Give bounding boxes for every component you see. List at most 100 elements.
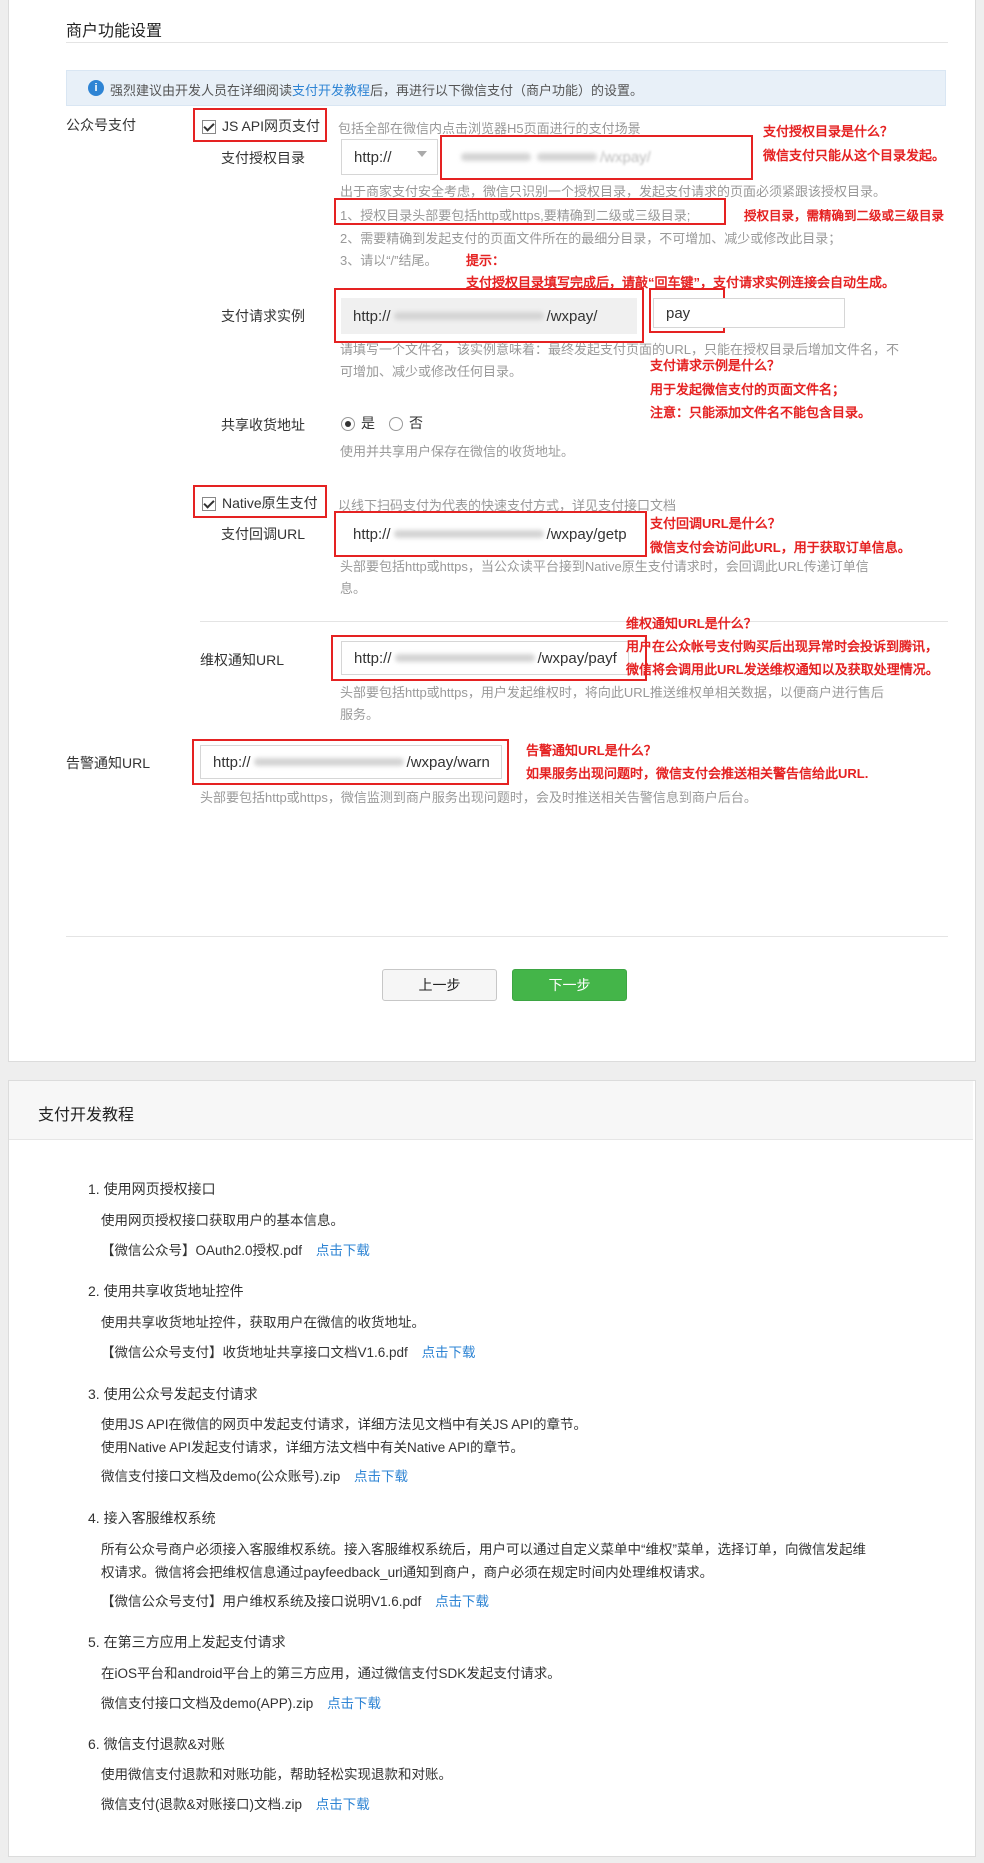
native-checkbox[interactable]: Native原生支付 bbox=[202, 493, 318, 513]
next-button[interactable]: 下一步 bbox=[512, 969, 627, 1001]
tutorial-item-title: 6. 微信支付退款&对账 bbox=[88, 1736, 225, 1752]
radio-selected-icon[interactable] bbox=[341, 417, 355, 432]
checkbox-checked-icon[interactable] bbox=[202, 120, 216, 135]
protocol-select-value: http:// bbox=[354, 148, 392, 166]
annotation-request-line2: 注意：只能添加文件名不能包含目录。 bbox=[650, 405, 872, 420]
request-file-input[interactable]: pay bbox=[653, 298, 845, 328]
tutorial-item-desc: 使用网页授权接口获取用户的基本信息。 bbox=[101, 1213, 344, 1228]
annotation-tip-body: 支付授权目录填写完成后，请敲“回车键”，支付请求实例连接会自动生成。 bbox=[466, 275, 896, 290]
radio-no-label: 否 bbox=[409, 415, 423, 431]
checkbox-checked-icon[interactable] bbox=[202, 497, 216, 512]
annotation-auth-dir-level: 授权目录，需精确到二级或三级目录 bbox=[744, 209, 945, 223]
download-link[interactable]: 点击下载 bbox=[316, 1243, 370, 1258]
tutorial-file-name: 【微信公众号支付】用户维权系统及接口说明V1.6.pdf bbox=[101, 1594, 422, 1609]
protocol-select[interactable]: http:// bbox=[341, 139, 438, 175]
auth-dir-hint-4: 3、请以“/”结尾。 bbox=[340, 253, 438, 268]
annotation-warn-body: 如果服务出现问题时，微信支付会推送相关警告信给此URL. bbox=[526, 766, 869, 781]
annotation-rights-title: 维权通知URL是什么？ bbox=[626, 616, 757, 631]
download-link[interactable]: 点击下载 bbox=[327, 1696, 381, 1711]
tutorial-item-desc: 使用微信支付退款和对账功能，帮助轻松实现退款和对账。 bbox=[101, 1767, 452, 1782]
annotation-auth-dir-body: 微信支付只能从这个目录发起。 bbox=[763, 148, 946, 163]
tutorial-file-name: 微信支付接口文档及demo(公众账号).zip bbox=[101, 1469, 341, 1484]
public-pay-label: 公众号支付 bbox=[66, 117, 136, 133]
jsapi-checkbox[interactable]: JS API网页支付 bbox=[202, 116, 320, 136]
chevron-down-icon bbox=[417, 151, 427, 157]
auth-dir-input-value: /wxpay/ bbox=[600, 148, 651, 166]
rights-label: 维权通知URL bbox=[200, 652, 285, 668]
request-url-suffix: /wxpay/ bbox=[546, 307, 598, 325]
request-file-value: pay bbox=[666, 304, 691, 322]
tutorial-item-desc: 所有公众号商户必须接入客服维权系统。接入客服维权系统后，用户可以通过自定义菜单中… bbox=[101, 1542, 866, 1557]
tutorial-item-desc: 使用Native API发起支付请求，详细方法文档中有关Native API的章… bbox=[101, 1440, 525, 1455]
tutorial-item-desc: 在iOS平台和android平台上的第三方应用，通过微信支付SDK发起支付请求。 bbox=[101, 1666, 561, 1681]
tutorial-file-name: 【微信公众号支付】收货地址共享接口文档V1.6.pdf bbox=[101, 1345, 408, 1360]
tutorial-item-title: 1. 使用网页授权接口 bbox=[88, 1181, 216, 1197]
auth-dir-hint-3: 2、需要精确到发起支付的页面文件所在的最细分目录，不可增加、减少或修改此目录； bbox=[340, 231, 842, 246]
warn-prefix: http:// bbox=[213, 753, 251, 771]
notice-suffix: 后，再进行以下微信支付（商户功能）的设置。 bbox=[370, 83, 644, 98]
shared-address-yes[interactable]: 是 bbox=[341, 413, 375, 433]
request-label: 支付请求实例 bbox=[221, 308, 305, 324]
title-divider bbox=[66, 42, 948, 43]
download-link[interactable]: 点击下载 bbox=[316, 1797, 370, 1812]
annotation-callback-body: 微信支付会访问此URL，用于获取订单信息。 bbox=[650, 540, 911, 555]
rights-input[interactable]: http:// /wxpay/payf bbox=[341, 641, 629, 675]
annotation-auth-dir-title: 支付授权目录是什么？ bbox=[763, 124, 894, 139]
radio-yes-label: 是 bbox=[361, 415, 375, 431]
callback-hint-2: 息。 bbox=[340, 581, 367, 596]
notice-text: 强烈建议由开发人员在详细阅读支付开发教程后，再进行以下微信支付（商户功能）的设置… bbox=[110, 80, 643, 99]
callback-prefix: http:// bbox=[353, 525, 391, 543]
tutorial-item-desc: 权请求。微信将会把维权信息通过payfeedback_url通知到商户，商户必须… bbox=[101, 1565, 714, 1580]
rights-hint-2: 服务。 bbox=[340, 707, 380, 722]
tutorial-file-name: 微信支付接口文档及demo(APP).zip bbox=[101, 1696, 314, 1711]
native-checkbox-label: Native原生支付 bbox=[222, 495, 318, 511]
tutorial-title: 支付开发教程 bbox=[38, 1107, 135, 1124]
jsapi-checkbox-label: JS API网页支付 bbox=[222, 118, 321, 134]
auth-dir-input[interactable]: /wxpay/ bbox=[446, 140, 746, 174]
tutorial-item-file: 微信支付接口文档及demo(APP).zip 点击下载 bbox=[101, 1692, 381, 1712]
shared-address-label: 共享收货地址 bbox=[221, 417, 305, 433]
notice-prefix: 强烈建议由开发人员在详细阅读 bbox=[110, 83, 293, 98]
tutorial-item-file: 【微信公众号支付】用户维权系统及接口说明V1.6.pdf 点击下载 bbox=[101, 1590, 489, 1610]
rights-suffix: /wxpay/payf bbox=[537, 649, 617, 667]
shared-address-no[interactable]: 否 bbox=[389, 413, 423, 433]
tutorial-item-title: 5. 在第三方应用上发起支付请求 bbox=[88, 1634, 286, 1650]
annotation-callback-title: 支付回调URL是什么？ bbox=[650, 516, 781, 531]
callback-suffix: /wxpay/getp bbox=[546, 525, 627, 543]
annotation-request-title: 支付请求示例是什么？ bbox=[650, 358, 781, 373]
request-hint-1: 请填写一个文件名，该实例意味着：最终发起支付页面的URL，只能在授权目录后增加文… bbox=[340, 342, 900, 357]
download-link[interactable]: 点击下载 bbox=[354, 1469, 408, 1484]
annotation-warn-title: 告警通知URL是什么？ bbox=[526, 743, 657, 758]
request-url-display: http:// /wxpay/ bbox=[341, 298, 637, 334]
annotation-rights-line1: 用户在公众帐号支付购买后出现异常时会投诉到腾讯， bbox=[626, 639, 939, 654]
tutorial-link[interactable]: 支付开发教程 bbox=[292, 83, 370, 98]
annotation-request-line1: 用于发起微信支付的页面文件名； bbox=[650, 382, 846, 397]
prev-button[interactable]: 上一步 bbox=[382, 969, 497, 1001]
page-title: 商户功能设置 bbox=[66, 23, 163, 40]
rights-prefix: http:// bbox=[354, 649, 392, 667]
footer-divider bbox=[66, 936, 948, 937]
rights-divider bbox=[200, 621, 948, 622]
download-link[interactable]: 点击下载 bbox=[422, 1345, 476, 1360]
callback-hint-1: 头部要包括http或https，当公众读平台接到Native原生支付请求时，会回… bbox=[340, 559, 869, 574]
tutorial-item-desc: 使用JS API在微信的网页中发起支付请求，详细方法见文档中有关JS API的章… bbox=[101, 1417, 588, 1432]
tutorial-item-title: 3. 使用公众号发起支付请求 bbox=[88, 1386, 258, 1402]
tutorial-file-name: 【微信公众号】OAuth2.0授权.pdf bbox=[101, 1243, 303, 1258]
warn-input[interactable]: http:// /wxpay/warn bbox=[200, 745, 502, 779]
annotation-rights-line2: 微信将会调用此URL发送维权通知以及获取处理情况。 bbox=[626, 662, 939, 677]
request-hint-2: 可增加、减少或修改任何目录。 bbox=[340, 364, 523, 379]
tutorial-file-name: 微信支付(退款&对账接口)文档.zip bbox=[101, 1797, 303, 1812]
tutorial-item-title: 4. 接入客服维权系统 bbox=[88, 1510, 216, 1526]
tutorial-header bbox=[9, 1081, 973, 1140]
annotation-tip-title: 提示： bbox=[466, 253, 506, 268]
warn-label: 告警通知URL bbox=[66, 755, 151, 771]
tutorial-item-file: 微信支付(退款&对账接口)文档.zip 点击下载 bbox=[101, 1793, 370, 1813]
request-url-prefix: http:// bbox=[353, 307, 391, 325]
warn-hint: 头部要包括http或https，微信监测到商户服务出现问题时，会及时推送相关告警… bbox=[200, 790, 757, 805]
radio-unselected-icon[interactable] bbox=[389, 417, 403, 432]
shared-address-hint: 使用并共享用户保存在微信的收货地址。 bbox=[340, 444, 575, 459]
tutorial-item-file: 微信支付接口文档及demo(公众账号).zip 点击下载 bbox=[101, 1465, 408, 1485]
callback-input[interactable]: http:// /wxpay/getp bbox=[341, 516, 640, 552]
tutorial-item-file: 【微信公众号支付】收货地址共享接口文档V1.6.pdf 点击下载 bbox=[101, 1341, 476, 1361]
download-link[interactable]: 点击下载 bbox=[435, 1594, 489, 1609]
